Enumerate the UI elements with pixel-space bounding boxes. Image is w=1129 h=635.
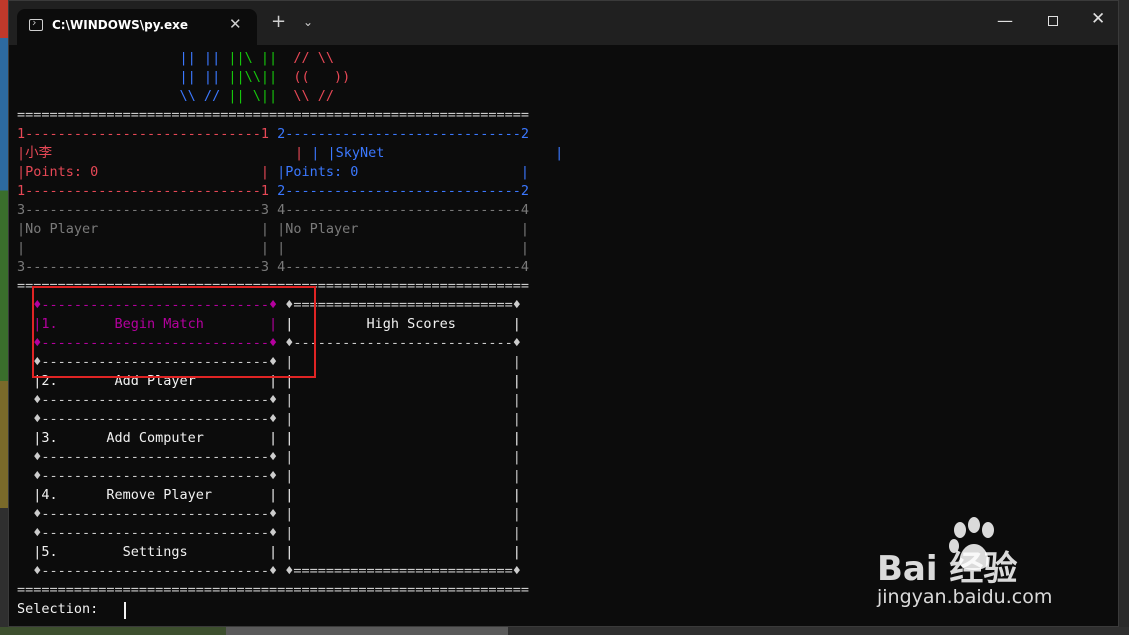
menu-row: ♦----------------------------♦ | | — [17, 411, 521, 427]
slot3-label: |No Player | — [17, 221, 269, 237]
menu-row: ♦----------------------------♦ | | — [17, 392, 521, 408]
terminal-icon — [29, 19, 43, 31]
watermark-url: jingyan.baidu.com — [877, 586, 1053, 608]
slot-row-label: |No Player | |No Player | — [17, 220, 529, 239]
menu-item-settings[interactable]: |5. Settings | | | — [17, 543, 521, 562]
menu-item-add-computer[interactable]: |3. Add Computer | | | — [17, 429, 521, 448]
logo-line-3: \\ // || \|| \\ // — [17, 88, 334, 104]
separator-top: ========================================… — [17, 107, 530, 123]
separator-bottom: ========================================… — [17, 582, 530, 598]
menu-row: ♦----------------------------♦ | | — [17, 525, 521, 541]
title-bar[interactable]: C:\WINDOWS\py.exe ✕ + ⌄ — ✕ — [9, 1, 1118, 45]
text-cursor — [124, 602, 126, 619]
menu-item-remove-player[interactable]: |4. Remove Player | | | — [17, 486, 521, 505]
terminal-window: C:\WINDOWS\py.exe ✕ + ⌄ — ✕ || || ||\ ||… — [8, 0, 1119, 627]
menu-row: ♦----------------------------♦ | | — [17, 468, 521, 484]
selection-prompt[interactable]: Selection: — [17, 600, 106, 619]
logo-line-1: || || ||\ || // \\ — [17, 50, 334, 66]
tab-close-icon[interactable]: ✕ — [229, 15, 242, 33]
player1-points: |Points: 0 | — [17, 164, 269, 180]
player-row-border: 1-----------------------------1 2-------… — [17, 126, 530, 142]
maximize-button[interactable] — [1048, 16, 1058, 26]
menu-row: ♦----------------------------♦ ♦========… — [17, 563, 521, 579]
slot4-label: |No Player | — [268, 221, 530, 237]
player-row-name: |小李 | | |SkyNet | — [17, 145, 564, 161]
tab-py-exe[interactable]: C:\WINDOWS\py.exe ✕ — [17, 9, 257, 45]
tab-title: C:\WINDOWS\py.exe — [52, 18, 189, 32]
tab-dropdown-chevron-icon[interactable]: ⌄ — [303, 15, 313, 29]
minimize-button[interactable]: — — [997, 11, 1013, 30]
player2-name: | |SkyNet | — [303, 145, 564, 161]
slot-row-border-bottom: 3-----------------------------3 4-------… — [17, 259, 530, 275]
player-row-points: |Points: 0 | |Points: 0 | — [17, 163, 529, 182]
slot-row-border: 3-----------------------------3 4-------… — [17, 202, 530, 218]
begin-match-highlight-box — [32, 286, 316, 378]
desktop-background-right — [1119, 0, 1129, 635]
player2-points: |Points: 0 | — [268, 164, 530, 180]
player-row-border-bottom: 1-----------------------------1 2-------… — [17, 183, 530, 199]
desktop-taskbar-strip — [0, 627, 1129, 635]
slot-row-empty: | | | | — [17, 240, 530, 256]
watermark-brand: Bai 经验 — [877, 549, 1018, 589]
close-window-button[interactable]: ✕ — [1091, 9, 1105, 29]
new-tab-button[interactable]: + — [271, 13, 286, 31]
logo-line-2: || || ||\\|| (( )) — [17, 69, 351, 85]
player1-name: |小李 — [17, 145, 53, 161]
menu-row: ♦----------------------------♦ | | — [17, 506, 521, 522]
menu-row: ♦----------------------------♦ | | — [17, 449, 521, 465]
